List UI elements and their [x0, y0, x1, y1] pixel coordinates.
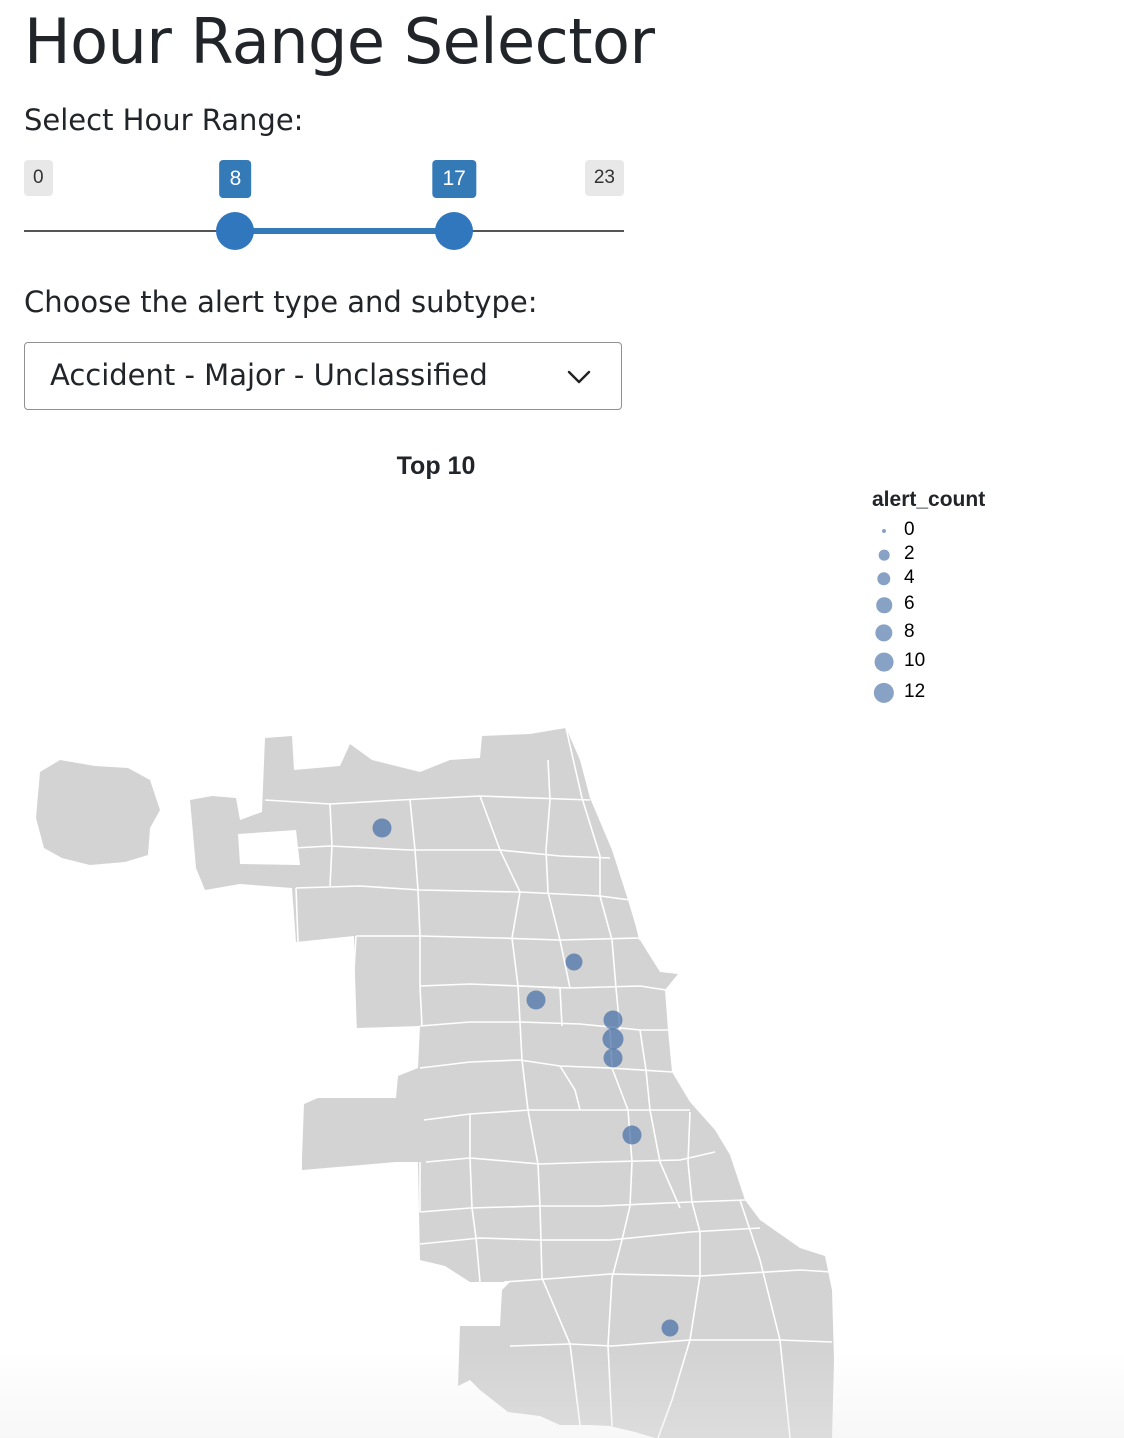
chicago-map: [36, 727, 834, 1438]
legend-label: 4: [904, 567, 915, 588]
legend-title: alert_count: [872, 488, 986, 511]
legend-size-dot: [874, 652, 894, 672]
alert-point: [603, 1048, 623, 1068]
page-title: Hour Range Selector: [24, 5, 655, 78]
chevron-down-icon: [567, 370, 591, 384]
alert-point: [372, 818, 392, 838]
alert-type-label: Choose the alert type and subtype:: [24, 285, 538, 319]
map-regions: [36, 727, 834, 1438]
alert-point: [526, 990, 546, 1010]
slider-to-handle[interactable]: [435, 212, 474, 250]
alert-type-selected-value: Accident - Major - Unclassified: [50, 358, 488, 392]
legend-size-dot: [878, 549, 890, 561]
slider-from-value: 8: [219, 160, 252, 198]
slider-max-label: 23: [584, 160, 624, 196]
alert-point: [603, 1010, 623, 1030]
alert-point: [661, 1319, 679, 1337]
legend-size-dot: [882, 529, 886, 533]
slider-min-label: 0: [24, 160, 53, 196]
slider-to-value: 17: [432, 160, 476, 198]
legend-label: 2: [904, 543, 915, 564]
legend-size-dot: [876, 597, 892, 613]
legend-label: 10: [904, 650, 926, 671]
legend-size-dot: [875, 624, 893, 642]
alert-point: [602, 1028, 624, 1050]
slider-selected-range-bar: [235, 228, 455, 234]
legend-label: 6: [904, 593, 915, 614]
legend-label: 0: [904, 519, 915, 540]
hour-range-slider[interactable]: 0 23 8 17: [24, 158, 624, 258]
map-gap: [238, 830, 300, 865]
alert-type-select[interactable]: Accident - Major - Unclassified: [24, 342, 622, 410]
legend-label: 8: [904, 621, 915, 642]
hour-range-label: Select Hour Range:: [24, 103, 304, 137]
alert-point: [622, 1125, 642, 1145]
slider-from-handle[interactable]: [216, 212, 255, 250]
map-region: [36, 760, 160, 865]
alert-point: [565, 953, 583, 971]
chart-title: Top 10: [396, 452, 476, 480]
legend-size-dot: [877, 572, 891, 586]
